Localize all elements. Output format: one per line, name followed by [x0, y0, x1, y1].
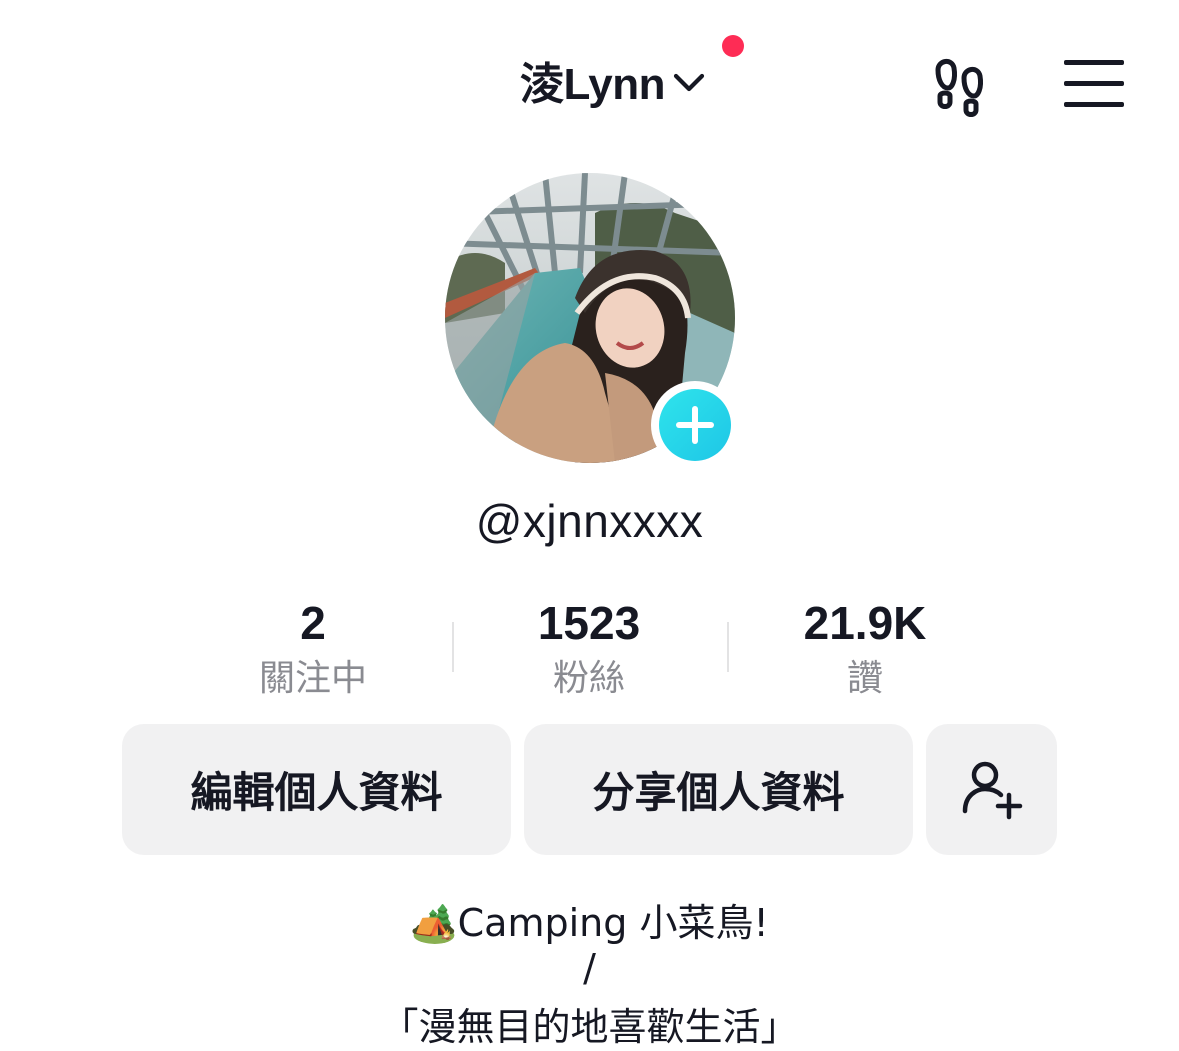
account-switcher[interactable]: 淩Lynn: [520, 48, 707, 112]
footprints-button[interactable]: [928, 52, 996, 120]
add-friend-icon: [962, 761, 1022, 819]
stat-likes-label: 讚: [846, 658, 883, 699]
stat-followers-label: 粉絲: [552, 658, 625, 699]
chevron-down-icon: [673, 73, 705, 92]
bio-line-1-text: Camping 小菜鳥!: [457, 901, 769, 945]
stat-likes[interactable]: 21.9K 讚: [725, 596, 1005, 708]
stat-following[interactable]: 2 關注中: [173, 596, 453, 708]
stat-followers[interactable]: 1523 粉絲: [449, 596, 729, 708]
tent-emoji: 🏕️: [410, 901, 458, 945]
stat-following-value: 2: [300, 597, 326, 649]
notification-dot: [722, 35, 744, 57]
hamburger-menu-icon: [1064, 60, 1124, 107]
edit-profile-button[interactable]: 編輯個人資料: [122, 724, 511, 855]
bio-line-3: 「漫無目的地喜歡生活」: [380, 1005, 799, 1049]
account-username: 淩Lynn: [520, 60, 665, 109]
add-friend-button[interactable]: [926, 724, 1057, 855]
menu-button[interactable]: [1062, 58, 1126, 110]
footprints-icon: [935, 59, 983, 117]
stat-followers-value: 1523: [537, 597, 641, 649]
profile-handle: @xjnnxxxx: [475, 495, 704, 547]
header: 淩Lynn: [0, 48, 1179, 112]
stat-following-label: 關注中: [258, 658, 367, 699]
bio-line-1: 🏕️Camping 小菜鳥!: [0, 892, 1179, 947]
stat-likes-value: 21.9K: [803, 597, 927, 649]
bio-line-2: /: [583, 946, 596, 990]
add-story-button[interactable]: [651, 381, 739, 469]
share-profile-button[interactable]: 分享個人資料: [524, 724, 913, 855]
plus-icon: [676, 406, 714, 444]
